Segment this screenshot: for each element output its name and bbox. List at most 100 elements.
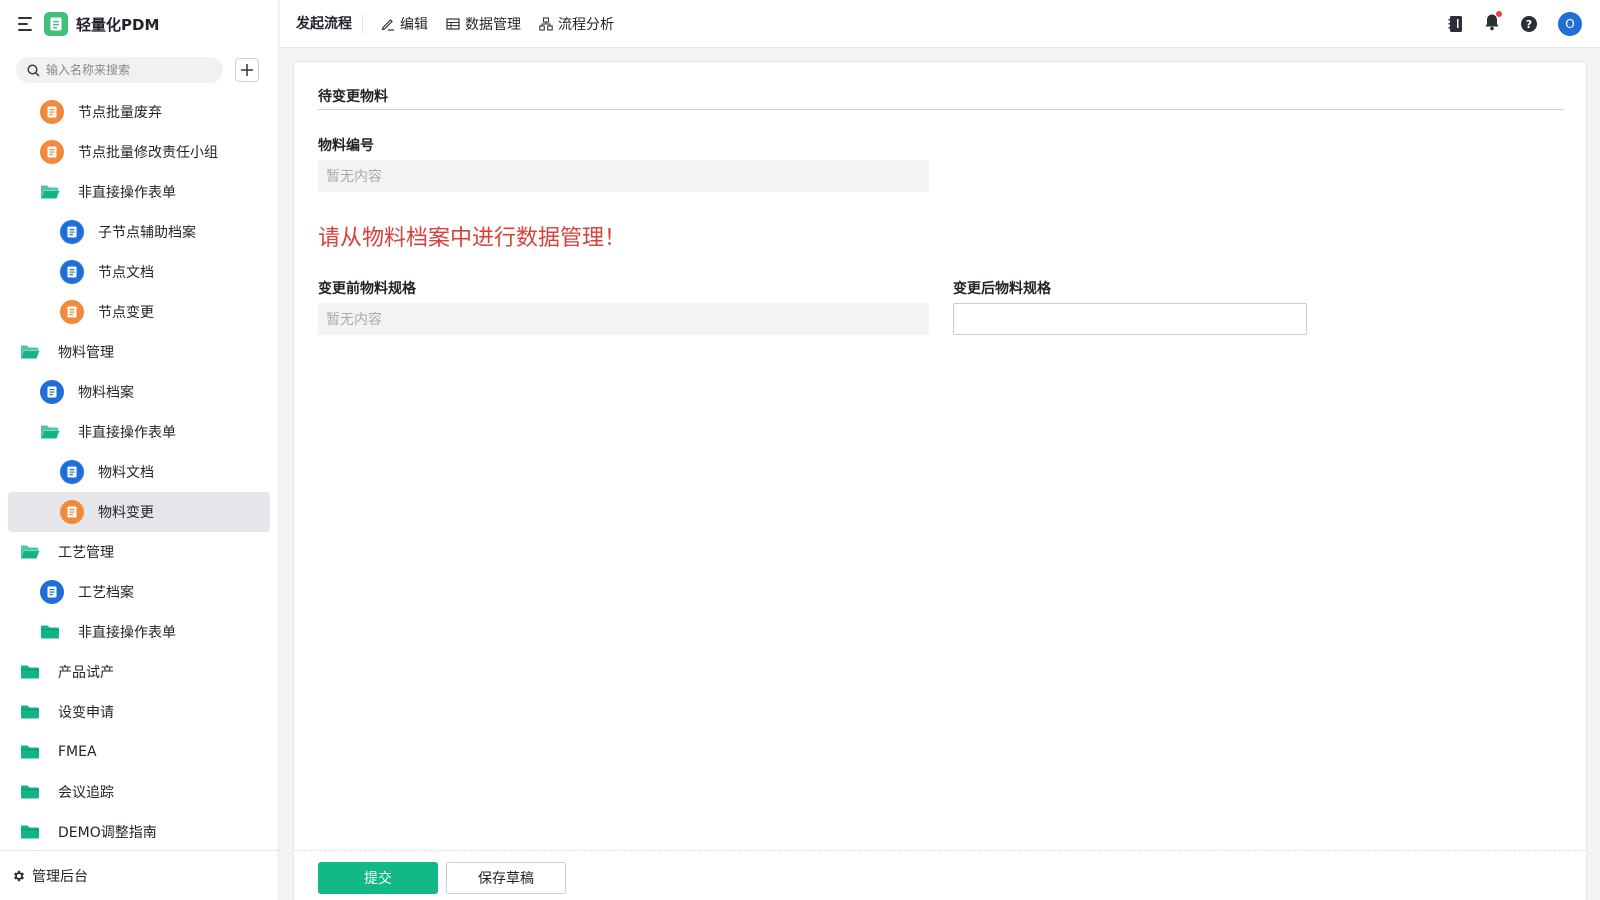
tree-item-label: 工艺管理 (58, 545, 114, 561)
sidebar: 轻量化PDM 节点批量废弃节点批量修改责任小组非直接操作表单子节点辅助档案节点文… (0, 0, 279, 900)
document-icon (60, 260, 84, 284)
tree-item-doc[interactable]: 工艺档案 (0, 572, 278, 612)
spec-after-label: 变更后物料规格 (953, 281, 1051, 297)
tree-item-doc[interactable]: 子节点辅助档案 (0, 212, 278, 252)
search-row (0, 48, 278, 92)
tree-item-doc[interactable]: 物料变更 (8, 492, 270, 532)
document-icon (60, 300, 84, 324)
spec-before-label: 变更前物料规格 (318, 281, 416, 297)
tree-item-folder[interactable]: FMEA (0, 732, 278, 772)
tree-item-folder[interactable]: 产品试产 (0, 652, 278, 692)
tree-item-label: 设变申请 (58, 705, 114, 721)
folder-icon (20, 664, 44, 680)
tree-item-label: 节点变更 (98, 305, 154, 321)
svg-text:?: ? (1526, 18, 1532, 31)
tree-item-doc[interactable]: 物料文档 (0, 452, 278, 492)
folder-icon (40, 624, 64, 640)
tree-item-doc[interactable]: 节点变更 (0, 292, 278, 332)
material-code-label: 物料编号 (318, 138, 374, 154)
help-icon[interactable]: ? (1520, 15, 1538, 33)
top-bar: 发起流程 编辑 数据管理 流程分析 ? O (280, 0, 1600, 48)
folder-open-icon (40, 184, 64, 200)
edit-label: 编辑 (400, 16, 428, 33)
tree-item-label: 工艺档案 (78, 585, 134, 601)
tree-item-folder[interactable]: 非直接操作表单 (0, 172, 278, 212)
tree-item-folder[interactable]: 设变申请 (0, 692, 278, 732)
tree-item-label: 物料文档 (98, 465, 154, 481)
tree-item-label: 物料档案 (78, 385, 134, 401)
tree-item-label: 产品试产 (58, 665, 114, 681)
notification-button[interactable] (1484, 11, 1502, 35)
notebook-icon[interactable] (1448, 15, 1464, 33)
search-input[interactable] (46, 63, 216, 77)
menu-collapse-icon[interactable] (18, 17, 34, 31)
document-icon (40, 140, 64, 164)
tree-item-folder[interactable]: 会议追踪 (0, 772, 278, 812)
tree-item-folder[interactable]: DEMO调整指南 (0, 812, 278, 850)
top-bar-actions: ? O (1428, 11, 1582, 36)
section-title: 待变更物料 (318, 89, 388, 105)
document-icon (40, 100, 64, 124)
flow-analysis-label: 流程分析 (558, 16, 614, 33)
tree-item-label: DEMO调整指南 (58, 825, 157, 841)
search-box[interactable] (16, 57, 223, 83)
spec-after-input[interactable] (953, 303, 1307, 335)
document-icon (60, 460, 84, 484)
page-title[interactable]: 发起流程 (280, 14, 363, 33)
flow-analysis-button[interactable]: 流程分析 (539, 14, 614, 34)
search-icon (27, 63, 40, 76)
tree-item-doc[interactable]: 节点批量修改责任小组 (0, 132, 278, 172)
data-management-button[interactable]: 数据管理 (446, 14, 521, 34)
tree-item-label: 节点批量修改责任小组 (78, 145, 218, 161)
nav-tree: 节点批量废弃 节点批量修改责任小组 非直接操作表单 子节点辅助档案 节点文档 节点变更 物料… (0, 92, 278, 850)
admin-console-label: 管理后台 (32, 868, 88, 885)
tree-item-doc[interactable]: 节点文档 (0, 252, 278, 292)
tree-item-folder[interactable]: 非直接操作表单 (0, 412, 278, 452)
folder-open-icon (20, 344, 44, 360)
notice-message: 请从物料档案中进行数据管理！ (318, 226, 627, 251)
folder-icon (20, 744, 44, 760)
tree-item-doc[interactable]: 节点批量废弃 (0, 92, 278, 132)
document-icon (60, 500, 84, 524)
folder-icon (20, 784, 44, 800)
spec-before-value: 暂无内容 (318, 303, 929, 335)
tree-item-label: 非直接操作表单 (78, 425, 176, 441)
flow-icon (539, 16, 553, 31)
tree-item-label: 节点文档 (98, 265, 154, 281)
pencil-icon (381, 18, 394, 31)
tree-item-label: 节点批量废弃 (78, 105, 162, 121)
tree-item-folder[interactable]: 物料管理 (0, 332, 278, 372)
form-panel: 待变更物料 物料编号 暂无内容 请从物料档案中进行数据管理！ 变更前物料规格 暂… (293, 61, 1587, 900)
app-logo-icon (44, 12, 68, 36)
sidebar-header: 轻量化PDM (0, 0, 278, 48)
add-button[interactable] (235, 58, 259, 82)
tree-item-label: FMEA (58, 744, 97, 760)
section-divider (318, 109, 1564, 110)
edit-button[interactable]: 编辑 (381, 14, 428, 34)
data-management-label: 数据管理 (465, 16, 521, 33)
tree-item-folder[interactable]: 非直接操作表单 (0, 612, 278, 652)
folder-open-icon (20, 544, 44, 560)
tree-item-label: 物料管理 (58, 345, 114, 361)
tree-item-label: 会议追踪 (58, 785, 114, 801)
form-footer: 提交 保存草稿 (294, 850, 1586, 900)
document-icon (60, 220, 84, 244)
folder-icon (20, 704, 44, 720)
user-avatar[interactable]: O (1558, 12, 1582, 36)
tree-item-label: 物料变更 (98, 505, 154, 521)
save-draft-button[interactable]: 保存草稿 (446, 862, 566, 894)
tree-item-folder[interactable]: 工艺管理 (0, 532, 278, 572)
document-icon (40, 380, 64, 404)
table-icon (446, 17, 460, 30)
tree-item-label: 非直接操作表单 (78, 185, 176, 201)
tree-item-doc[interactable]: 物料档案 (0, 372, 278, 412)
plus-icon (241, 64, 253, 76)
admin-console-link[interactable]: 管理后台 (0, 850, 278, 900)
folder-open-icon (40, 424, 64, 440)
tree-item-label: 子节点辅助档案 (98, 225, 196, 241)
folder-icon (20, 824, 44, 840)
notification-dot (1496, 11, 1502, 17)
app-title: 轻量化PDM (76, 15, 160, 34)
submit-button[interactable]: 提交 (318, 862, 438, 894)
tree-item-label: 非直接操作表单 (78, 625, 176, 641)
